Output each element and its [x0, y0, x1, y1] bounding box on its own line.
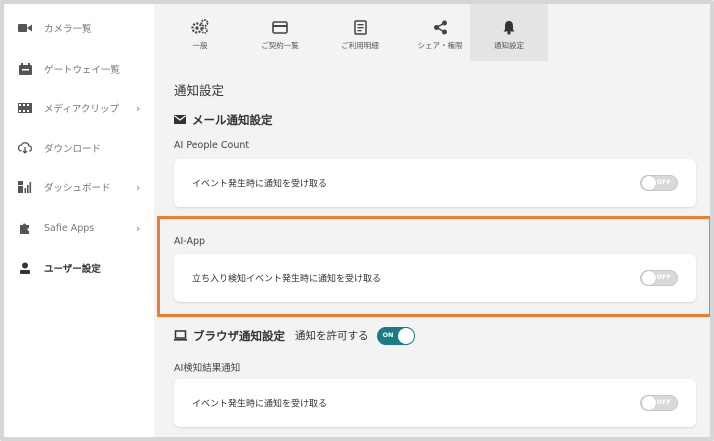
bell-icon	[499, 18, 519, 36]
notification-card: イベント発生時に通知を受け取る OFF	[174, 379, 696, 427]
browser-section-title: ブラウザ通知設定	[193, 328, 285, 343]
sidebar-item-user-settings[interactable]: ユーザー設定	[4, 256, 154, 280]
page-title: 通知設定	[174, 83, 225, 98]
browser-notification-row: ブラウザ通知設定 通知を許可する ON	[174, 326, 415, 345]
video-camera-icon	[18, 22, 32, 34]
sidebar-item-safie-apps[interactable]: Safie Apps ›	[4, 216, 154, 240]
document-icon	[350, 18, 370, 36]
sidebar-item-camera-list[interactable]: カメラ一覧	[4, 16, 154, 40]
sidebar-item-label: ダウンロード	[44, 144, 102, 155]
film-icon	[18, 102, 32, 114]
app-window: カメラ一覧 ゲートウェイ一覧 メディアクリップ › ダウンロード ダッシュボード…	[0, 0, 714, 441]
credit-card-icon	[270, 18, 290, 36]
envelope-icon	[174, 113, 186, 127]
sidebar-item-label: ゲートウェイ一覧	[44, 65, 121, 76]
browser-permit-label: 通知を許可する	[295, 330, 369, 342]
notification-card: イベント発生時に通知を受け取る OFF	[174, 159, 696, 207]
section-label-ai-detection-result: AI検知結果通知	[174, 363, 241, 374]
gears-icon	[190, 18, 210, 36]
sidebar-item-label: カメラ一覧	[44, 24, 92, 35]
browser-permit-toggle[interactable]: ON	[376, 326, 415, 345]
toggle-state-label: OFF	[656, 398, 671, 406]
toggle-knob	[642, 176, 656, 190]
dashboard-icon	[18, 181, 32, 193]
tab-notification-settings[interactable]: 通知設定	[470, 4, 548, 61]
sidebar: カメラ一覧 ゲートウェイ一覧 メディアクリップ › ダウンロード ダッシュボード…	[4, 4, 154, 437]
tab-label: シェア・権限	[417, 41, 463, 50]
sidebar-item-gateway-list[interactable]: ゲートウェイ一覧	[4, 57, 154, 81]
tab-usage-details[interactable]: ご利用明細	[320, 4, 400, 61]
notification-option-text: イベント発生時に通知を受け取る	[192, 179, 328, 190]
notification-toggle[interactable]: OFF	[640, 395, 678, 411]
toggle-state-label: OFF	[656, 178, 671, 186]
gateway-icon	[18, 63, 32, 75]
notification-option-text: イベント発生時に通知を受け取る	[192, 399, 328, 410]
tab-label: 通知設定	[494, 41, 524, 50]
user-icon	[18, 262, 32, 274]
chevron-right-icon: ›	[136, 221, 141, 235]
toggle-knob	[642, 396, 656, 410]
mail-section-title-text: メール通知設定	[192, 113, 273, 127]
section-label-ai-people-count: AI People Count	[174, 140, 250, 151]
highlight-box	[157, 216, 710, 317]
sidebar-item-media-clip[interactable]: メディアクリップ ›	[4, 96, 154, 120]
tab-general[interactable]: 一般	[160, 4, 240, 61]
sidebar-item-dashboard[interactable]: ダッシュボード ›	[4, 175, 154, 199]
chevron-right-icon: ›	[136, 101, 141, 115]
tab-label: ご利用明細	[341, 41, 379, 50]
sidebar-item-label: ダッシュボード	[44, 183, 111, 194]
share-icon	[430, 18, 450, 36]
tab-contracts[interactable]: ご契約一覧	[240, 4, 320, 61]
puzzle-icon	[18, 222, 32, 234]
sidebar-item-download[interactable]: ダウンロード	[4, 136, 154, 160]
laptop-icon	[174, 326, 187, 345]
sidebar-item-label: ユーザー設定	[44, 264, 101, 275]
notification-toggle[interactable]: OFF	[640, 175, 678, 191]
settings-tabs: 一般 ご契約一覧 ご利用明細 シェア・権限 通知設定	[154, 4, 710, 61]
chevron-right-icon: ›	[136, 180, 141, 194]
sidebar-item-label: Safie Apps	[44, 222, 95, 234]
sidebar-item-label: メディアクリップ	[44, 104, 119, 115]
tab-label: ご契約一覧	[261, 41, 299, 50]
cloud-download-icon	[18, 142, 32, 154]
toggle-knob	[397, 327, 414, 344]
mail-section-title: メール通知設定	[174, 112, 273, 128]
toggle-state-label: ON	[382, 330, 394, 339]
tab-share-permissions[interactable]: シェア・権限	[400, 4, 480, 61]
tab-label: 一般	[192, 41, 208, 50]
